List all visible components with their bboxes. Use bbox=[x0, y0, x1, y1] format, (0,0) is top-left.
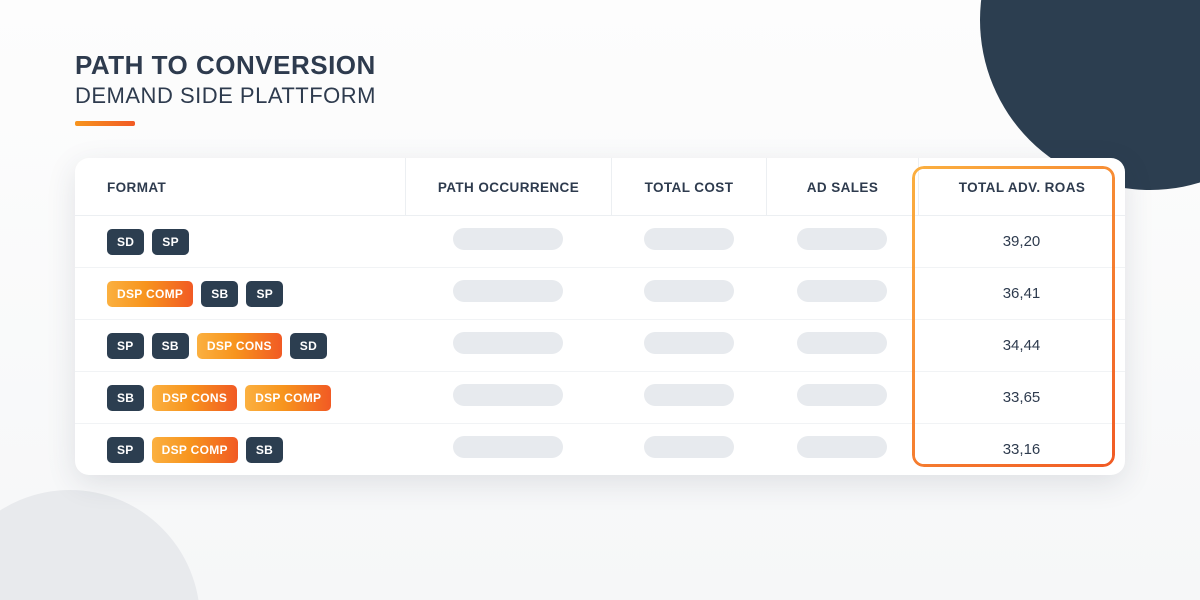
format-tag: DSP COMP bbox=[245, 385, 331, 411]
cell-occurrence bbox=[405, 371, 611, 423]
col-format: FORMAT bbox=[75, 158, 405, 216]
accent-bar bbox=[75, 121, 135, 126]
cell-cost bbox=[611, 319, 766, 371]
cell-roas: 33,16 bbox=[918, 423, 1125, 475]
cell-sales bbox=[766, 267, 918, 319]
table-header-row: FORMAT PATH OCCURRENCE TOTAL COST AD SAL… bbox=[75, 158, 1125, 216]
format-tag: SB bbox=[152, 333, 189, 359]
cell-cost bbox=[611, 267, 766, 319]
cell-roas: 33,65 bbox=[918, 371, 1125, 423]
table-row: SP DSP COMP SB 33,16 bbox=[75, 423, 1125, 475]
cell-sales bbox=[766, 319, 918, 371]
content: PATH TO CONVERSION DEMAND SIDE PLATTFORM… bbox=[0, 0, 1200, 475]
cell-format: SD SP bbox=[75, 216, 405, 267]
tag-list: DSP COMP SB SP bbox=[107, 281, 395, 307]
format-tag: SD bbox=[107, 229, 144, 255]
col-cost: TOTAL COST bbox=[611, 158, 766, 216]
col-roas: TOTAL ADV. ROAS bbox=[918, 158, 1125, 216]
format-tag: SB bbox=[246, 437, 283, 463]
cell-sales bbox=[766, 216, 918, 267]
redacted-placeholder bbox=[453, 280, 563, 302]
cell-occurrence bbox=[405, 267, 611, 319]
cell-format: DSP COMP SB SP bbox=[75, 267, 405, 319]
redacted-placeholder bbox=[797, 436, 887, 458]
format-tag: DSP CONS bbox=[197, 333, 282, 359]
cell-cost bbox=[611, 216, 766, 267]
col-occurrence: PATH OCCURRENCE bbox=[405, 158, 611, 216]
format-tag: SP bbox=[107, 333, 144, 359]
table-row: SB DSP CONS DSP COMP 33,65 bbox=[75, 371, 1125, 423]
cell-occurrence bbox=[405, 423, 611, 475]
cell-format: SB DSP CONS DSP COMP bbox=[75, 371, 405, 423]
redacted-placeholder bbox=[644, 384, 734, 406]
cell-roas: 34,44 bbox=[918, 319, 1125, 371]
decor-circle-bl bbox=[0, 490, 200, 600]
redacted-placeholder bbox=[644, 436, 734, 458]
page-subtitle: DEMAND SIDE PLATTFORM bbox=[75, 83, 1125, 109]
redacted-placeholder bbox=[797, 332, 887, 354]
stage: PATH TO CONVERSION DEMAND SIDE PLATTFORM… bbox=[0, 0, 1200, 600]
redacted-placeholder bbox=[453, 228, 563, 250]
format-tag: DSP CONS bbox=[152, 385, 237, 411]
roas-value: 33,16 bbox=[1003, 441, 1041, 458]
roas-value: 36,41 bbox=[1003, 285, 1041, 302]
cell-roas: 36,41 bbox=[918, 267, 1125, 319]
table-row: DSP COMP SB SP 36,41 bbox=[75, 267, 1125, 319]
page-title: PATH TO CONVERSION bbox=[75, 50, 1125, 81]
format-tag: SB bbox=[201, 281, 238, 307]
format-tag: SD bbox=[290, 333, 327, 359]
table-row: SP SB DSP CONS SD 34,44 bbox=[75, 319, 1125, 371]
redacted-placeholder bbox=[453, 384, 563, 406]
tag-list: SD SP bbox=[107, 229, 395, 255]
tag-list: SP SB DSP CONS SD bbox=[107, 333, 395, 359]
cell-cost bbox=[611, 423, 766, 475]
cell-sales bbox=[766, 423, 918, 475]
redacted-placeholder bbox=[453, 332, 563, 354]
table-card: FORMAT PATH OCCURRENCE TOTAL COST AD SAL… bbox=[75, 158, 1125, 475]
redacted-placeholder bbox=[644, 228, 734, 250]
roas-value: 34,44 bbox=[1003, 337, 1041, 354]
redacted-placeholder bbox=[797, 384, 887, 406]
roas-value: 39,20 bbox=[1003, 233, 1041, 250]
redacted-placeholder bbox=[797, 280, 887, 302]
redacted-placeholder bbox=[797, 228, 887, 250]
redacted-placeholder bbox=[453, 436, 563, 458]
roas-value: 33,65 bbox=[1003, 389, 1041, 406]
format-tag: DSP COMP bbox=[107, 281, 193, 307]
format-tag: SB bbox=[107, 385, 144, 411]
cell-format: SP DSP COMP SB bbox=[75, 423, 405, 475]
format-tag: SP bbox=[152, 229, 189, 255]
format-tag: SP bbox=[246, 281, 283, 307]
cell-occurrence bbox=[405, 319, 611, 371]
table-row: SD SP 39,20 bbox=[75, 216, 1125, 267]
col-sales: AD SALES bbox=[766, 158, 918, 216]
cell-roas: 39,20 bbox=[918, 216, 1125, 267]
format-tag: SP bbox=[107, 437, 144, 463]
cell-cost bbox=[611, 371, 766, 423]
redacted-placeholder bbox=[644, 332, 734, 354]
table-body: SD SP 39,20 DSP COMP SB SP 36,41 SP SB DSP CONS SD… bbox=[75, 216, 1125, 475]
format-tag: DSP COMP bbox=[152, 437, 238, 463]
redacted-placeholder bbox=[644, 280, 734, 302]
cell-sales bbox=[766, 371, 918, 423]
tag-list: SB DSP CONS DSP COMP bbox=[107, 385, 395, 411]
cell-occurrence bbox=[405, 216, 611, 267]
cell-format: SP SB DSP CONS SD bbox=[75, 319, 405, 371]
conversion-table: FORMAT PATH OCCURRENCE TOTAL COST AD SAL… bbox=[75, 158, 1125, 475]
tag-list: SP DSP COMP SB bbox=[107, 437, 395, 463]
